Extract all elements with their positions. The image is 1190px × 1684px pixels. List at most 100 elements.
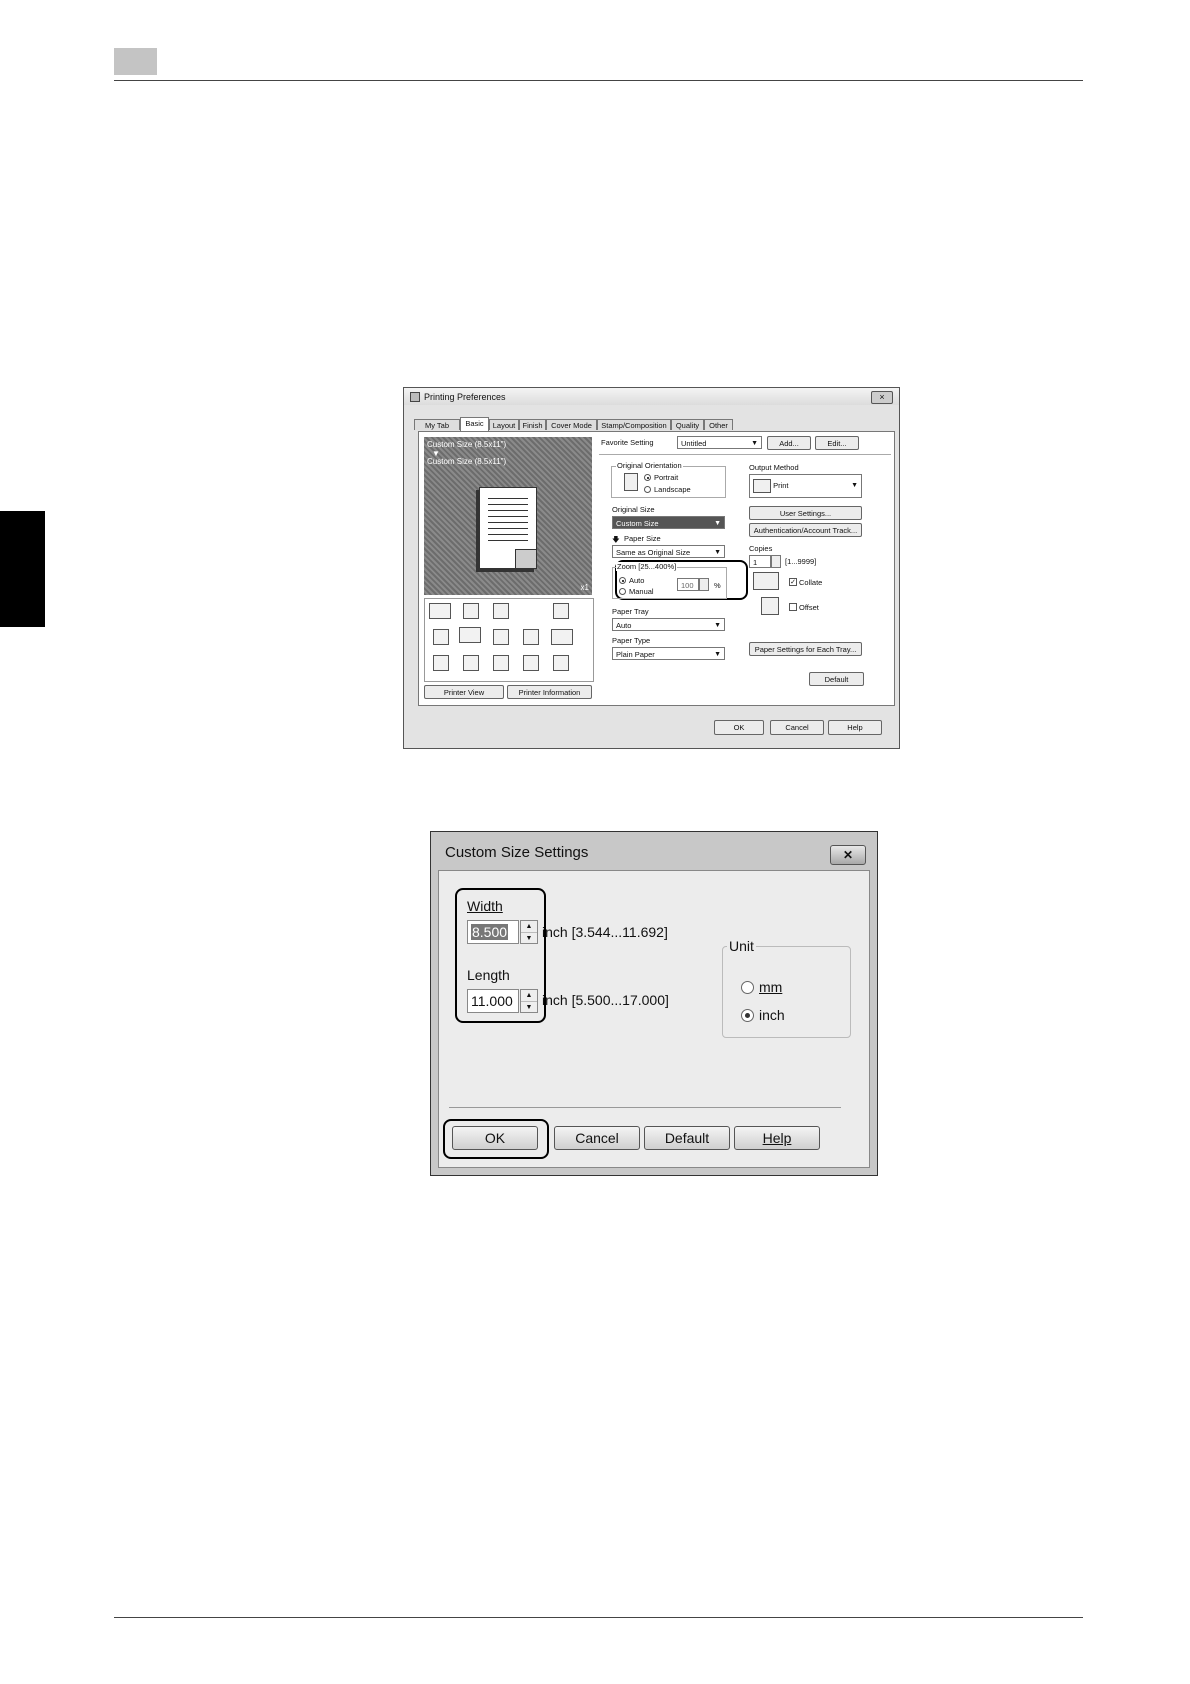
tab-layout[interactable]: Layout xyxy=(489,419,519,430)
spin-up-icon: ▲ xyxy=(521,921,537,933)
spin-down-icon: ▼ xyxy=(525,1004,533,1011)
unit-mm-radio[interactable] xyxy=(741,981,754,994)
unit-label: Unit xyxy=(727,938,756,954)
output-icon[interactable] xyxy=(429,603,451,619)
output-method-select[interactable]: Print ▼ xyxy=(749,474,862,498)
chevron-down-icon: ▼ xyxy=(851,482,858,489)
help-button[interactable]: Help xyxy=(828,720,882,735)
length-range: inch [5.500...17.000] xyxy=(542,992,669,1008)
stack-icon[interactable] xyxy=(551,629,573,645)
watermark-icon[interactable] xyxy=(523,655,539,671)
staple-icon[interactable] xyxy=(463,603,479,619)
spin-up-icon: ▲ xyxy=(521,990,537,1002)
overlay-icon[interactable] xyxy=(493,655,509,671)
offset-label: Offset xyxy=(799,603,819,612)
dialog-title: Custom Size Settings xyxy=(445,844,589,861)
width-range: inch [3.544...11.692] xyxy=(542,924,668,940)
duplex-icon[interactable] xyxy=(493,603,509,619)
chevron-down-icon: ▼ xyxy=(714,520,721,527)
paper-tray-value: Auto xyxy=(616,621,632,630)
width-spinner[interactable]: ▲ ▼ xyxy=(520,920,538,944)
dialog-title: Printing Preferences xyxy=(424,392,506,402)
chevron-down-icon: ▼ xyxy=(714,549,721,556)
unit-mm-label: mm xyxy=(759,979,783,995)
footer-rule xyxy=(114,1617,1083,1618)
width-input[interactable]: 8.500 xyxy=(467,920,519,944)
tab-other[interactable]: Other xyxy=(704,419,733,430)
paper-preview-icon xyxy=(479,487,537,569)
spin-down-icon: ▼ xyxy=(525,935,533,942)
tab-basic[interactable]: Basic xyxy=(460,417,489,431)
ok-button[interactable]: OK xyxy=(452,1126,538,1150)
chevron-down-icon: ▼ xyxy=(714,651,721,658)
length-input[interactable]: 11.000 xyxy=(467,989,519,1013)
printer-view-button[interactable]: Printer View xyxy=(424,685,504,699)
printer-icon xyxy=(753,479,771,494)
tab-stamp-composition[interactable]: Stamp/Composition xyxy=(597,419,671,430)
booklet-icon[interactable] xyxy=(493,629,509,645)
cancel-button[interactable]: Cancel xyxy=(770,720,824,735)
original-size-value: Custom Size xyxy=(616,519,659,528)
default-button[interactable]: Default xyxy=(644,1126,730,1150)
preview-area: Custom Size (8.5x11") ▼ Custom Size (8.5… xyxy=(424,437,592,595)
output-method-value: Print xyxy=(773,481,789,490)
combine-icon[interactable] xyxy=(459,627,481,643)
offset-icon xyxy=(761,597,779,615)
unit-inch-radio[interactable] xyxy=(741,1009,754,1022)
paper-type-select[interactable]: Plain Paper ▼ xyxy=(612,647,725,660)
zoom-auto-radio[interactable] xyxy=(619,577,626,584)
copies-range: [1...9999] xyxy=(785,557,817,566)
tab-my-tab[interactable]: My Tab xyxy=(414,419,460,430)
close-button[interactable]: × xyxy=(871,391,893,404)
zoom-manual-radio[interactable] xyxy=(619,588,626,595)
printer-information-button[interactable]: Printer Information xyxy=(507,685,592,699)
landscape-radio[interactable] xyxy=(644,486,651,493)
collate-checkbox[interactable]: ✓ xyxy=(789,578,797,586)
copies-spinner[interactable] xyxy=(771,555,781,568)
cancel-button[interactable]: Cancel xyxy=(554,1126,640,1150)
copies-label: Copies xyxy=(749,544,773,553)
default-button[interactable]: Default xyxy=(809,672,864,686)
header-rule xyxy=(114,80,1083,81)
paper-settings-for-each-tray-button[interactable]: Paper Settings for Each Tray... xyxy=(749,642,862,656)
preview-copy-count: x1 xyxy=(580,583,589,592)
zoom-manual-label: Manual xyxy=(629,587,654,596)
settings-list-icon[interactable] xyxy=(553,655,569,671)
ok-button[interactable]: OK xyxy=(714,720,764,735)
favorite-setting-value: Untitled xyxy=(681,439,707,448)
fold-icon[interactable] xyxy=(523,629,539,645)
user-settings-button[interactable]: User Settings... xyxy=(749,506,862,520)
close-button[interactable]: ✕ xyxy=(830,845,866,865)
favorite-setting-select[interactable]: Untitled ▼ xyxy=(677,436,762,449)
chevron-down-icon: ▼ xyxy=(714,622,721,629)
paper-size-select[interactable]: Same as Original Size ▼ xyxy=(612,545,725,558)
title-bar: Printing Preferences × xyxy=(404,388,899,405)
help-button[interactable]: Help xyxy=(734,1126,820,1150)
zoom-spinner[interactable] xyxy=(699,578,709,591)
custom-size-settings-dialog: Custom Size Settings ✕ Width 8.500 ▲ ▼ in… xyxy=(430,831,878,1176)
secure-icon[interactable] xyxy=(463,655,479,671)
paper-tray-select[interactable]: Auto ▼ xyxy=(612,618,725,631)
punch-icon[interactable] xyxy=(553,603,569,619)
length-spinner[interactable]: ▲ ▼ xyxy=(520,989,538,1013)
portrait-page-icon xyxy=(624,473,638,491)
tab-quality[interactable]: Quality xyxy=(671,419,704,430)
chevron-down-icon: ▼ xyxy=(751,440,758,447)
unit-group xyxy=(722,946,851,1038)
paper-tray-label: Paper Tray xyxy=(612,607,649,616)
edit-button[interactable]: Edit... xyxy=(815,436,859,450)
tab-cover-mode[interactable]: Cover Mode xyxy=(546,419,597,430)
original-size-label: Original Size xyxy=(612,505,655,514)
offset-checkbox[interactable] xyxy=(789,603,797,611)
list-icon[interactable] xyxy=(433,655,449,671)
portrait-label: Portrait xyxy=(654,473,679,482)
original-size-select[interactable]: Custom Size ▼ xyxy=(612,516,725,529)
divider xyxy=(599,454,891,455)
add-button[interactable]: Add... xyxy=(767,436,811,450)
tab-finish[interactable]: Finish xyxy=(519,419,546,430)
copies-input[interactable]: 1 xyxy=(749,555,771,568)
page-icon[interactable] xyxy=(433,629,449,645)
portrait-radio[interactable] xyxy=(644,474,651,481)
zoom-value-input[interactable]: 100 xyxy=(677,578,699,591)
authentication-account-track-button[interactable]: Authentication/Account Track... xyxy=(749,523,862,537)
